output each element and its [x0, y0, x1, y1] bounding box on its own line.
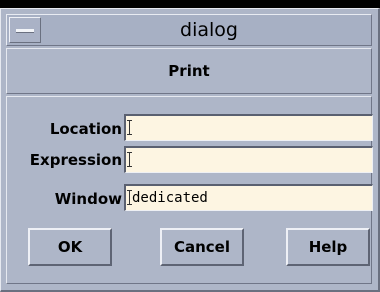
window-menu-icon [16, 29, 34, 33]
expression-input[interactable] [124, 146, 373, 173]
window-menu-button[interactable] [9, 17, 41, 43]
location-label: Location [49, 120, 122, 138]
expression-label: Expression [29, 151, 122, 169]
window-label: Window [54, 190, 122, 208]
location-input[interactable] [124, 114, 373, 141]
dialog-window: dialog Print Location Expression Window … [0, 0, 380, 292]
screen-edge [0, 0, 380, 8]
window-title: dialog [180, 19, 238, 41]
ok-button[interactable]: OK [28, 228, 112, 266]
text-cursor-icon [127, 120, 132, 135]
dialog-header: Print [6, 48, 372, 94]
dialog-heading: Print [168, 62, 210, 80]
cancel-button[interactable]: Cancel [160, 228, 244, 266]
help-button[interactable]: Help [286, 228, 370, 266]
text-cursor-icon [127, 190, 132, 205]
text-cursor-icon [127, 152, 132, 167]
window-input[interactable] [124, 184, 373, 211]
title-bar[interactable]: dialog [6, 14, 372, 46]
